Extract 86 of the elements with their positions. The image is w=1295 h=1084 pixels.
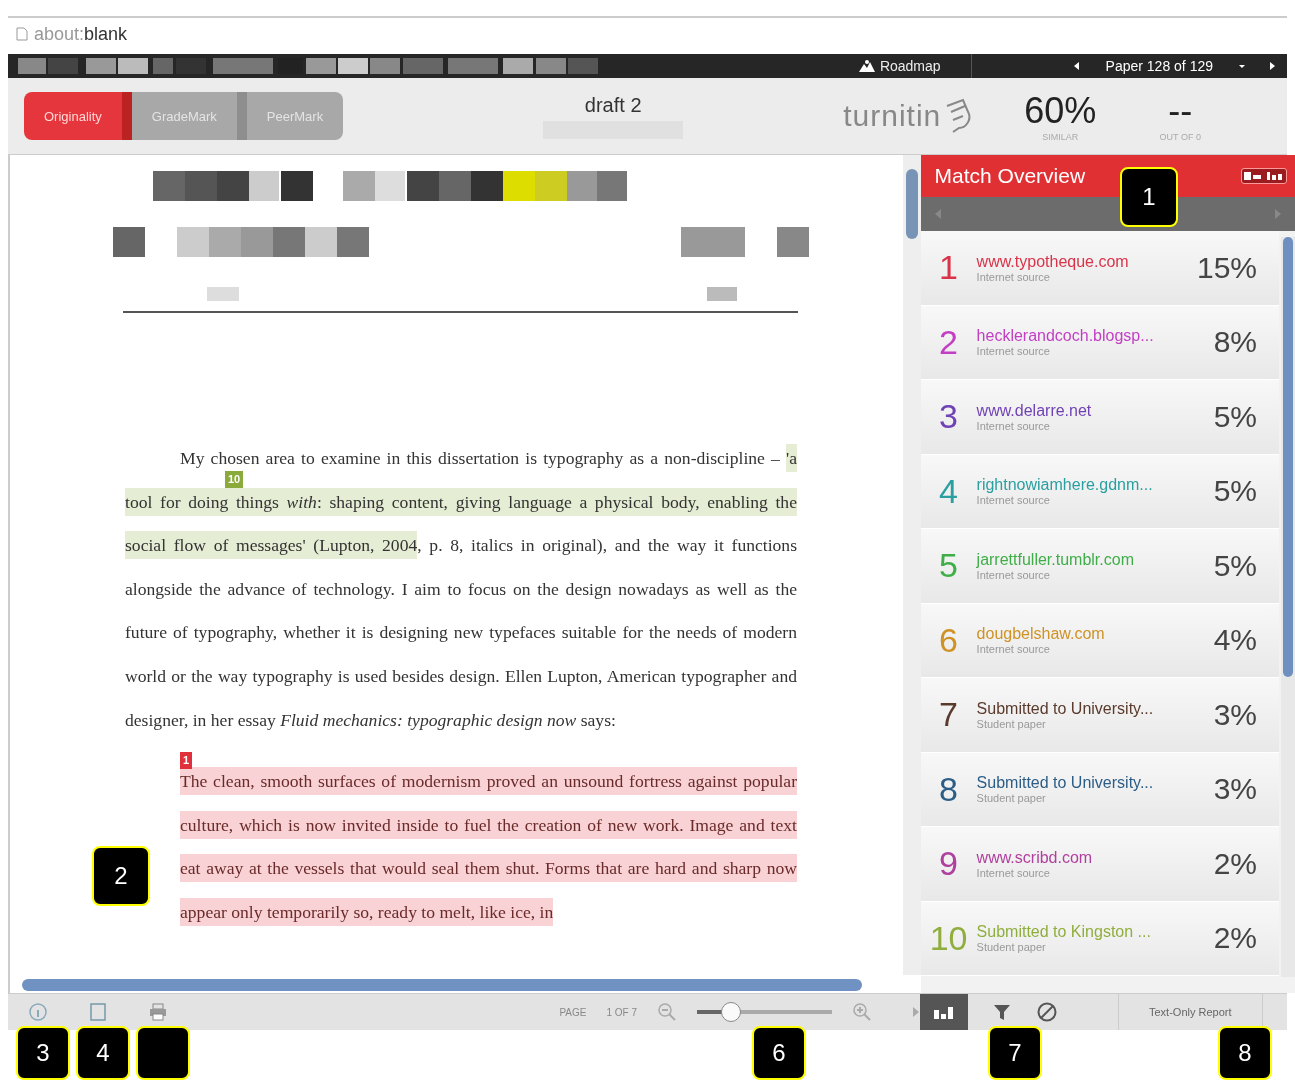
source-type: Student paper (976, 941, 1047, 954)
match-percent: 4% (1213, 623, 1257, 658)
match-percent: 2% (1213, 921, 1257, 956)
address-text: about:blank (34, 23, 128, 45)
match-percent: 15% (1196, 250, 1257, 285)
source-type: Internet source (976, 419, 1051, 432)
source-type: Student paper (976, 717, 1047, 730)
match-item[interactable]: 3 www.delarre.net Internet source 5% (920, 380, 1279, 455)
similarity-label: SIMILAR (1042, 132, 1079, 142)
panel-title: Match Overview (934, 164, 1087, 188)
source-link[interactable]: Submitted to University... (976, 699, 1214, 718)
match-item[interactable]: 2 hecklerandcoch.blogsp... Internet source 8% (920, 305, 1279, 380)
source-link[interactable]: Submitted to University... (976, 774, 1214, 793)
scrollbar[interactable] (1281, 237, 1295, 977)
match-number: 2 (938, 322, 960, 362)
match-item[interactable]: 10 Submitted to Kingston ... Student paper 2% (920, 901, 1279, 976)
source-link[interactable]: hecklerandcoch.blogsp... (976, 327, 1214, 346)
callout-label: 2 (92, 846, 150, 906)
match-number: 3 (938, 397, 960, 437)
match-percent: 5% (1213, 399, 1257, 434)
match-percent: 8% (1213, 325, 1257, 360)
overview-icon[interactable] (1242, 169, 1264, 183)
print-icon[interactable] (148, 1002, 168, 1022)
source-link[interactable]: www.delarre.net (976, 401, 1214, 420)
match-item[interactable]: 7 Submitted to University... Student paper 3% (920, 678, 1279, 753)
source-type: Student paper (976, 792, 1047, 805)
view-toggle[interactable] (1241, 168, 1287, 184)
slider-thumb[interactable] (720, 1002, 741, 1022)
source-type: Internet source (976, 345, 1051, 358)
match-item[interactable]: 8 Submitted to University... Student paper 3% (920, 752, 1279, 827)
match-number: 1 (938, 248, 960, 288)
callout-label: 7 (988, 1026, 1042, 1080)
match-marker[interactable]: 1 (180, 752, 193, 770)
bar-chart-button[interactable] (920, 994, 968, 1030)
zoom-in-icon[interactable] (852, 1002, 872, 1022)
source-link[interactable]: www.typotheque.com (976, 252, 1197, 271)
callout-label: 3 (16, 1026, 70, 1080)
zoom-out-icon[interactable] (657, 1002, 677, 1022)
callout-label: 4 (76, 1026, 130, 1080)
source-type: Internet source (976, 494, 1051, 507)
paper-counter: Paper 128 of 129 (1105, 58, 1213, 74)
callout-label: 1 (1120, 167, 1178, 227)
match-item[interactable]: 9 www.scribd.com Internet source 2% (920, 827, 1279, 902)
tab[interactable]: Originality (24, 92, 132, 140)
match-item[interactable]: 5 jarrettfuller.tumblr.com Internet source 5% (920, 529, 1279, 604)
filter-icon[interactable] (992, 1002, 1012, 1022)
document-title: draft 2 (584, 93, 642, 117)
callout-label: 6 (752, 1026, 806, 1080)
bar-chart-icon (932, 1004, 956, 1020)
similarity-score: 60% (1024, 90, 1097, 132)
block-icon[interactable] (1036, 1001, 1058, 1023)
mountain-icon (857, 59, 876, 73)
scrollbar[interactable] (902, 155, 921, 975)
info-icon[interactable] (28, 1002, 48, 1022)
page-count: 1 OF 7 (606, 1006, 637, 1018)
match-number: 5 (938, 546, 960, 586)
source-type: Internet source (976, 270, 1051, 283)
match-item[interactable]: 4 rightnowiamhere.gdnm... Internet source 5% (920, 454, 1279, 529)
page-icon (16, 27, 28, 41)
match-number: 4 (938, 471, 960, 511)
match-percent: 3% (1213, 697, 1257, 732)
match-percent: 5% (1213, 474, 1257, 509)
address-bar[interactable]: about:blank (8, 16, 1287, 50)
callout-box (136, 1026, 190, 1080)
logo-text: turnitin (843, 99, 942, 133)
scrollbar[interactable] (22, 979, 862, 991)
grade-value: -- (1168, 90, 1193, 132)
match-item[interactable]: 1 www.typotheque.com Internet source 15% (920, 231, 1279, 306)
page-label: PAGE (559, 1006, 587, 1018)
source-type: Internet source (976, 568, 1051, 581)
match-percent: 5% (1213, 548, 1257, 583)
page-icon[interactable] (88, 1002, 108, 1022)
match-item[interactable]: 6 dougbelshaw.com Internet source 4% (920, 603, 1279, 678)
callout-label: 8 (1218, 1026, 1272, 1080)
match-percent: 2% (1213, 846, 1257, 881)
match-number: 9 (938, 844, 960, 884)
source-type: Internet source (976, 866, 1051, 879)
match-number: 7 (938, 695, 960, 735)
next-icon[interactable] (1267, 61, 1277, 71)
match-number: 8 (938, 769, 960, 809)
match-number: 6 (938, 620, 960, 660)
source-type: Internet source (976, 643, 1051, 656)
zoom-slider[interactable] (697, 1002, 832, 1022)
source-link[interactable]: www.scribd.com (976, 848, 1214, 867)
match-number: 10 (928, 918, 969, 958)
match-percent: 3% (1213, 772, 1257, 807)
